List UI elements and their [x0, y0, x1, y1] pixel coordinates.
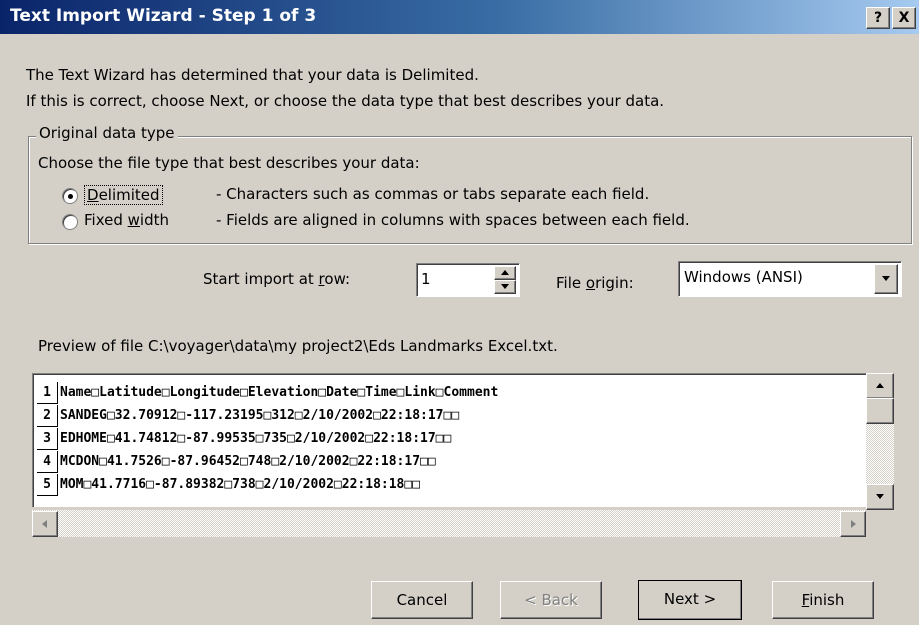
vertical-scroll-thumb[interactable] — [866, 398, 894, 424]
row-number: 1 — [37, 382, 58, 404]
radio-selected-dot — [68, 194, 73, 199]
spin-up-button[interactable] — [494, 266, 516, 280]
file-origin-value[interactable]: Windows (ANSI) — [684, 268, 803, 286]
cancel-button[interactable]: Cancel — [371, 581, 473, 619]
scroll-down-button[interactable] — [866, 484, 894, 510]
groupbox-legend: Original data type — [36, 124, 178, 142]
help-button[interactable]: ? — [866, 7, 890, 29]
row-text: EDHOME□41.74812□-87.99535□735□2/10/2002□… — [60, 431, 452, 446]
back-button-label: < Back — [524, 591, 578, 609]
window-title: Text Import Wizard - Step 1 of 3 — [10, 6, 317, 26]
preview-row: 2 SANDEG□32.70912□-117.23195□312□2/10/200… — [37, 405, 459, 427]
file-origin-label: File origin: — [556, 274, 634, 292]
fixed-width-description: - Fields are aligned in columns with spa… — [216, 211, 690, 229]
delimited-radio-option[interactable]: Delimited — [62, 185, 232, 207]
scroll-right-button[interactable] — [840, 511, 866, 537]
row-text: MCDON□41.7526□-87.96452□748□2/10/2002□22… — [60, 454, 436, 469]
row-text: MOM□41.7716□-87.89382□738□2/10/2002□22:1… — [60, 477, 421, 492]
start-row-value[interactable]: 1 — [421, 270, 431, 288]
file-type-prompt: Choose the file type that best describes… — [38, 154, 420, 172]
arrow-down-icon — [876, 494, 884, 499]
chevron-down-icon — [882, 276, 890, 281]
scroll-up-button[interactable] — [866, 373, 894, 399]
row-number: 4 — [37, 451, 58, 473]
delimited-label[interactable]: Delimited — [84, 185, 163, 205]
arrow-up-icon — [876, 383, 884, 388]
scroll-left-button[interactable] — [32, 511, 58, 537]
row-text: SANDEG□32.70912□-117.23195□312□2/10/2002… — [60, 408, 460, 423]
fixed-width-radio[interactable] — [62, 214, 78, 230]
row-number: 2 — [37, 405, 58, 427]
finish-button-label: inish — [809, 591, 845, 609]
arrow-left-icon — [42, 520, 47, 528]
delimited-description: - Characters such as commas or tabs sepa… — [216, 185, 650, 203]
close-button[interactable]: X — [892, 7, 916, 29]
fixed-width-label[interactable]: Fixed width — [84, 211, 169, 229]
file-origin-dropdown-button[interactable] — [874, 264, 898, 294]
preview-label: Preview of file C:\voyager\data\my proje… — [38, 337, 558, 355]
finish-button[interactable]: Finish — [772, 581, 874, 619]
arrow-right-icon — [851, 520, 856, 528]
start-row-label: Start import at row: — [203, 270, 351, 288]
next-button[interactable]: Next > — [638, 580, 742, 620]
preview-row: 1 Name□Latitude□Longitude□Elevation□Date□… — [37, 382, 498, 404]
start-row-spinner[interactable]: 1 — [416, 263, 520, 297]
row-number: 3 — [37, 428, 58, 450]
intro-line-2: If this is correct, choose Next, or choo… — [26, 92, 665, 110]
row-number: 5 — [37, 474, 58, 496]
delimited-radio[interactable] — [62, 188, 78, 204]
intro-line-1: The Text Wizard has determined that your… — [26, 66, 479, 84]
file-preview[interactable]: 1 Name□Latitude□Longitude□Elevation□Date□… — [32, 373, 866, 507]
fixed-width-radio-option[interactable]: Fixed width — [62, 211, 232, 233]
preview-row: 4 MCDON□41.7526□-87.96452□748□2/10/2002□2… — [37, 451, 436, 473]
back-button[interactable]: < Back — [500, 581, 602, 619]
arrow-down-icon — [501, 284, 509, 289]
preview-row: 5 MOM□41.7716□-87.89382□738□2/10/2002□22:… — [37, 474, 420, 496]
arrow-up-icon — [501, 270, 509, 275]
file-origin-select[interactable]: Windows (ANSI) — [678, 261, 902, 297]
horizontal-scrollbar[interactable] — [32, 510, 866, 537]
next-button-label: Next > — [663, 590, 717, 608]
row-text: Name□Latitude□Longitude□Elevation□Date□T… — [60, 385, 499, 400]
spin-down-button[interactable] — [494, 280, 516, 294]
preview-row: 3 EDHOME□41.74812□-87.99535□735□2/10/2002… — [37, 428, 451, 450]
